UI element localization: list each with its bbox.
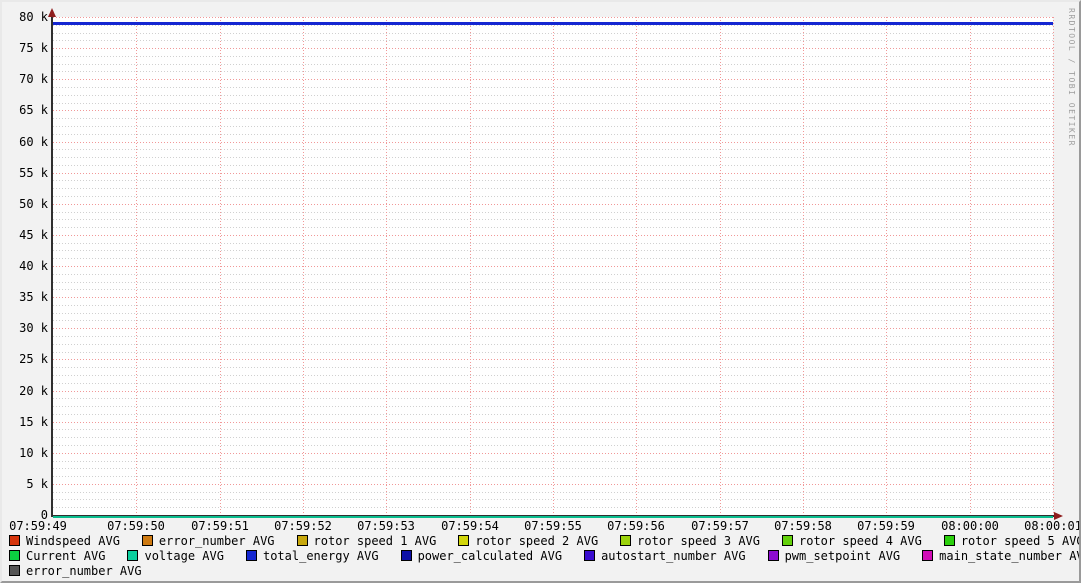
legend-item: error_number AVG [141, 533, 275, 548]
legend-item: rotor speed 2 AVG [458, 534, 598, 548]
legend-item: voltage AVG [127, 548, 224, 563]
legend-item: Windspeed AVG [9, 534, 120, 548]
x-tick-label: 08:00:01 [1024, 519, 1081, 533]
y-tick-label: 75 k [19, 41, 48, 55]
y-axis-arrow-icon [48, 8, 56, 17]
legend-label: autostart_number AVG [601, 548, 746, 563]
major-gridline-vertical [136, 17, 137, 515]
y-tick-label: 55 k [19, 166, 48, 180]
legend-color-swatch-icon [943, 535, 955, 546]
major-gridline-vertical [636, 17, 637, 515]
legend-item: total_energy AVG [245, 548, 379, 563]
legend-color-swatch-icon [458, 535, 470, 546]
watermark-text: RRDTOOL / TOBI OETIKER [1067, 8, 1076, 147]
legend-item: rotor speed 5 AVG [943, 533, 1081, 548]
y-tick-label: 70 k [19, 72, 48, 86]
y-tick-label: 50 k [19, 197, 48, 211]
series-line-total-energy-avg [53, 22, 1053, 25]
legend-label: Windspeed AVG [26, 533, 120, 548]
legend-color-swatch-icon [922, 550, 934, 561]
x-tick-label: 07:59:59 [857, 519, 915, 533]
legend-label: Current AVG [26, 548, 106, 563]
x-tick-label: 07:59:57 [691, 519, 749, 533]
major-gridline-vertical [720, 17, 721, 515]
legend-label: rotor speed 3 AVG [637, 533, 760, 548]
y-tick-label: 65 k [19, 103, 48, 117]
y-tick-label: 45 k [19, 228, 48, 242]
major-gridline-vertical [803, 17, 804, 515]
major-gridline-vertical [470, 17, 471, 515]
legend-label: main_state_number AVG [939, 548, 1081, 563]
x-axis-arrow-icon [1054, 512, 1063, 520]
major-gridline-vertical [553, 17, 554, 515]
legend-label: power_calculated AVG [417, 548, 563, 563]
legend-color-swatch-icon [9, 535, 20, 546]
y-axis [51, 15, 53, 516]
legend-item: rotor speed 1 AVG [296, 533, 437, 548]
legend-color-swatch-icon [620, 535, 632, 546]
y-tick-label: 25 k [19, 352, 48, 366]
legend-item: power_calculated AVG [400, 548, 563, 563]
legend-label: total_energy AVG [262, 548, 379, 563]
legend-label: rotor speed 5 AVG [960, 533, 1081, 548]
legend-color-swatch-icon [782, 535, 793, 546]
legend-color-swatch-icon [296, 535, 308, 546]
legend-item: pwm_setpoint AVG [767, 548, 901, 563]
y-tick-label: 60 k [19, 135, 48, 149]
y-tick-label: 5 k [26, 477, 48, 491]
y-tick-label: 10 k [19, 446, 48, 460]
major-gridline-vertical [886, 17, 887, 515]
legend-color-swatch-icon [9, 550, 20, 561]
legend-item: rotor speed 4 AVG [782, 534, 922, 548]
legend-row: Windspeed AVG error_number AVG rotor speed… [9, 533, 1079, 548]
legend-color-swatch-icon [141, 535, 153, 546]
legend-label: pwm_setpoint AVG [784, 548, 901, 563]
y-tick-label: 30 k [19, 321, 48, 335]
legend-color-swatch-icon [9, 565, 20, 576]
series-line-voltage-avg [53, 516, 1053, 518]
legend-item: error_number AVG [9, 564, 142, 578]
x-tick-label: 07:59:52 [274, 519, 332, 533]
legend-color-swatch-icon [767, 550, 779, 561]
x-tick-label: 07:59:55 [524, 519, 582, 533]
legend-item: Current AVG [9, 549, 105, 563]
legend-color-swatch-icon [245, 550, 257, 561]
y-tick-label: 20 k [19, 384, 48, 398]
legend-item: autostart_number AVG [584, 549, 746, 563]
rrd-graph: 05 k 10 k 15 k 20 k 25 k 30 k 35 k 40 k 45 k 50 k… [0, 0, 1081, 583]
x-tick-label: 07:59:50 [107, 519, 165, 533]
major-gridline-vertical [303, 17, 304, 515]
x-tick-label: 07:59:54 [441, 519, 499, 533]
legend-color-swatch-icon [127, 550, 139, 561]
major-gridline-vertical [970, 17, 971, 515]
y-tick-label: 35 k [19, 290, 48, 304]
x-tick-label: 07:59:53 [357, 519, 415, 533]
legend-label: rotor speed 4 AVG [799, 533, 922, 548]
x-tick-label: 07:59:49 [9, 519, 67, 533]
x-tick-label: 07:59:51 [191, 519, 249, 533]
legend-label: error_number AVG [26, 563, 142, 578]
y-tick-label: 80 k [19, 10, 48, 24]
legend-row: Current AVG voltage AVG total_energy AVG po… [9, 548, 1079, 563]
y-tick-label: 40 k [19, 259, 48, 273]
legend-item: main_state_number AVG [922, 548, 1081, 563]
major-gridline-vertical [386, 17, 387, 515]
legend-label: error_number AVG [158, 533, 275, 548]
legend-item: rotor speed 3 AVG [620, 534, 760, 548]
x-tick-label: 08:00:00 [941, 519, 999, 533]
legend-color-swatch-icon [400, 550, 412, 561]
legend: Windspeed AVG error_number AVG rotor speed… [9, 533, 1079, 578]
x-tick-label: 07:59:58 [774, 519, 832, 533]
legend-row: error_number AVG [9, 563, 1077, 578]
major-gridline-vertical [1053, 17, 1054, 515]
legend-label: rotor speed 1 AVG [313, 533, 437, 548]
y-tick-label: 15 k [19, 415, 48, 429]
major-gridline-vertical [220, 17, 221, 515]
legend-color-swatch-icon [584, 550, 596, 561]
legend-label: rotor speed 2 AVG [475, 533, 599, 548]
legend-label: voltage AVG [144, 548, 224, 563]
x-tick-label: 07:59:56 [607, 519, 665, 533]
